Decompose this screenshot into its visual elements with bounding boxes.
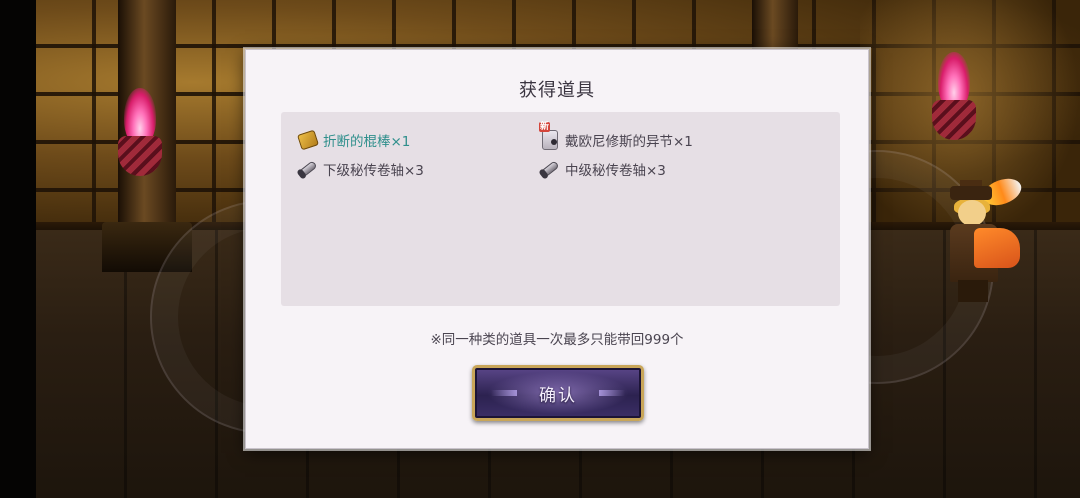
item-dionysus-book[interactable]: 新 戴欧尼修斯的异节×1 — [539, 122, 693, 151]
confirm-label: 确认 — [539, 385, 577, 406]
item-label: 中级秘传卷轴×3 — [565, 163, 666, 179]
item-obtained-dialog: 获得道具 折断的棍棒×1 新 戴欧尼修斯的异节×1 下级秘传卷轴×3 中级秘传卷… — [245, 49, 869, 449]
screen-edge — [0, 0, 36, 498]
scroll-icon — [297, 158, 319, 180]
item-lower-secret-scroll[interactable]: 下级秘传卷轴×3 — [297, 158, 424, 180]
torch-holder — [932, 100, 976, 140]
confirm-button[interactable]: 确认 — [472, 365, 644, 421]
wall-torch-left — [118, 88, 162, 178]
character-hat — [950, 186, 992, 200]
item-middle-secret-scroll[interactable]: 中级秘传卷轴×3 — [539, 158, 666, 180]
dialog-title: 获得道具 — [519, 80, 595, 101]
item-label: 下级秘传卷轴×3 — [323, 163, 424, 179]
character-scarf — [974, 228, 1020, 268]
item-label: 折断的棍棒×1 — [323, 134, 411, 150]
character-legs — [958, 280, 988, 302]
book-icon: 新 — [539, 122, 561, 151]
character-face — [958, 200, 986, 226]
torch-holder — [118, 136, 162, 176]
items-panel: 折断的棍棒×1 新 戴欧尼修斯的异节×1 下级秘传卷轴×3 中级秘传卷轴×3 — [281, 112, 840, 306]
scroll-icon — [539, 158, 561, 180]
broken-staff-icon — [296, 129, 320, 151]
item-broken-staff[interactable]: 折断的棍棒×1 — [296, 129, 411, 151]
button-ornament — [599, 390, 625, 396]
new-badge: 新 — [539, 122, 551, 132]
wall-torch-right — [932, 52, 976, 142]
carry-limit-note: ※同一种类的道具一次最多只能带回999个 — [430, 332, 684, 348]
button-ornament — [491, 390, 517, 396]
player-character — [944, 173, 1025, 304]
item-label: 戴欧尼修斯的异节×1 — [565, 134, 693, 150]
